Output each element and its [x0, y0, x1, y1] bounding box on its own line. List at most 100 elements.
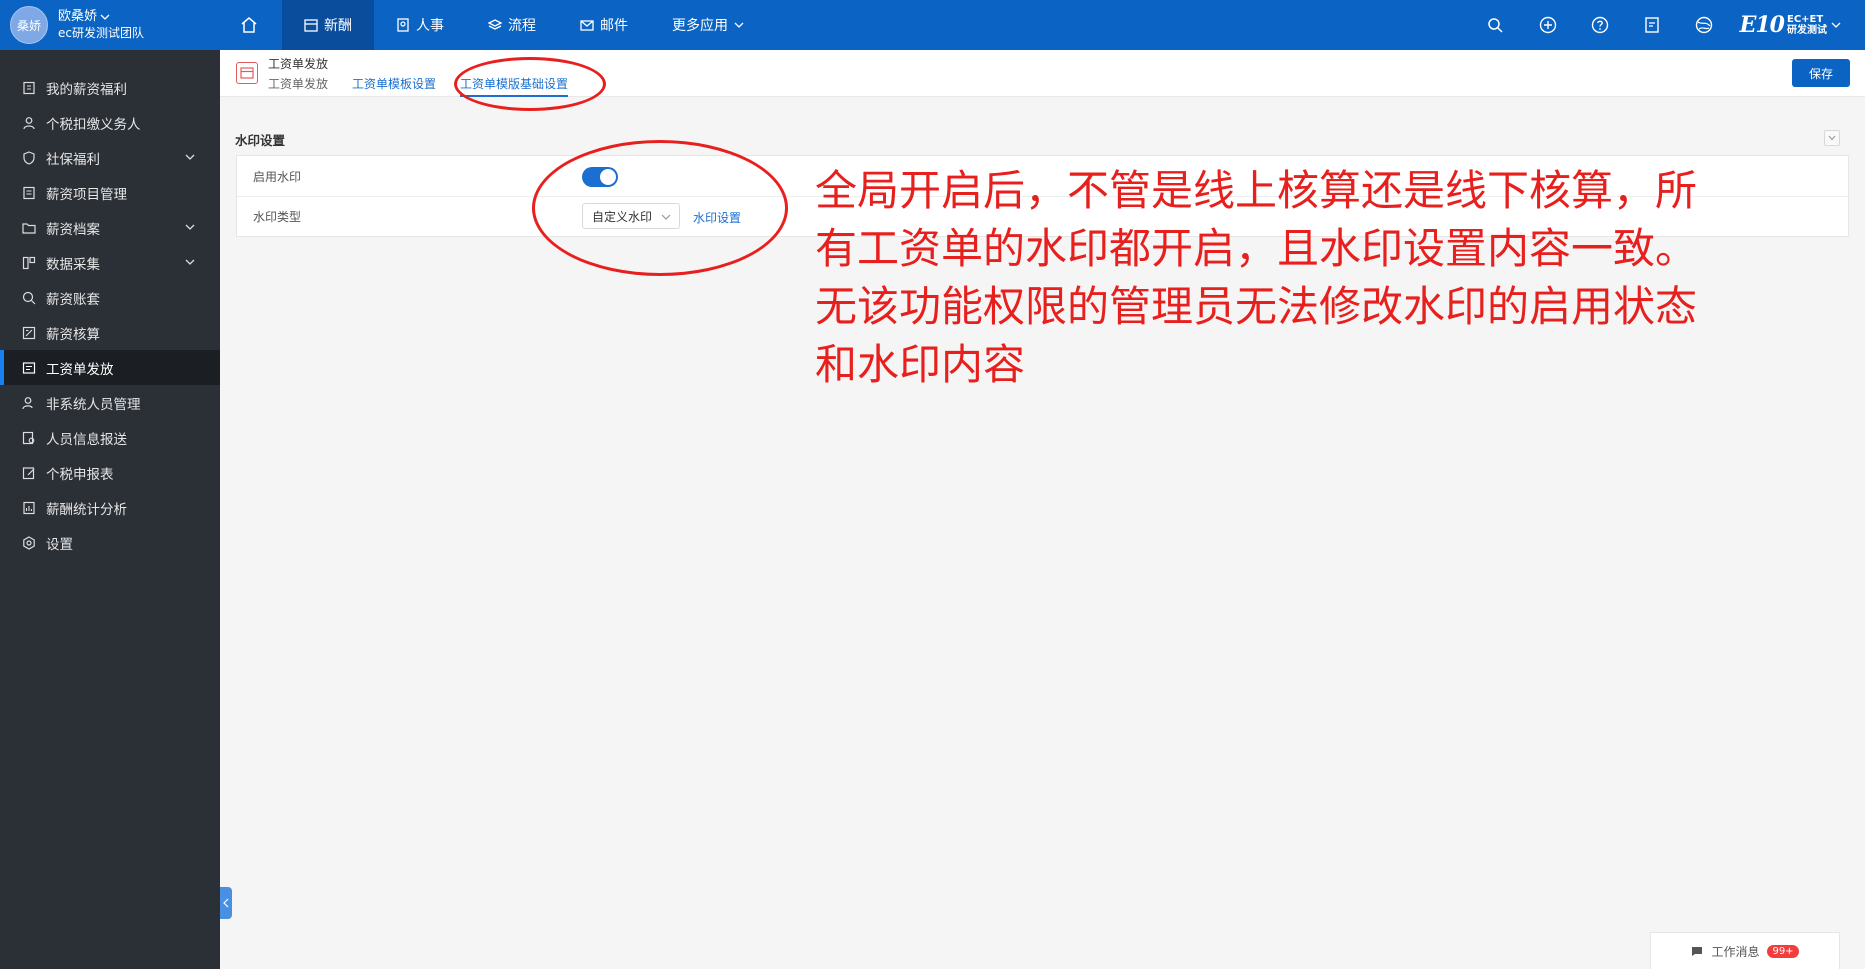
- chevron-down-icon: [1831, 22, 1841, 28]
- nav-home[interactable]: [222, 0, 282, 50]
- sidebar-item-label: 数据采集: [46, 256, 100, 273]
- folder-icon: [22, 222, 36, 234]
- sidebar-item-label: 薪资核算: [46, 326, 100, 343]
- network-button[interactable]: [1678, 0, 1730, 50]
- nav-hr-label: 人事: [416, 18, 444, 34]
- annotation-text: 全局开启后，不管是线上核算还是线下核算，所 有工资单的水印都开启，且水印设置内容…: [815, 162, 1845, 394]
- sidebar-item-label: 社保福利: [46, 151, 100, 168]
- sidebar-item-label: 薪资账套: [46, 291, 100, 308]
- brand-switcher[interactable]: E10 EC+ET 研发测试: [1740, 12, 1841, 38]
- avatar[interactable]: 桑娇: [10, 6, 48, 44]
- section-collapse-button[interactable]: [1824, 130, 1840, 146]
- main-nav: 新酬 人事 流程 邮件 更多应用: [222, 0, 766, 50]
- tasks-button[interactable]: [1626, 0, 1678, 50]
- plus-circle-icon: [1539, 16, 1556, 34]
- clipboard-icon: [1644, 17, 1659, 33]
- grid-icon: [22, 256, 36, 269]
- sidebar-item-tax-agent[interactable]: 个税扣缴义务人: [0, 105, 220, 140]
- sidebar-item-tax-report[interactable]: 个税申报表: [0, 455, 220, 490]
- nav-hr[interactable]: 人事: [374, 0, 466, 50]
- nav-mail-label: 邮件: [600, 18, 628, 34]
- nav-more-apps[interactable]: 更多应用: [650, 0, 766, 50]
- chat-bubble-icon: [1692, 947, 1703, 956]
- sidebar: 我的薪资福利 个税扣缴义务人 社保福利 薪资项目管理 薪资档案 数据采集 薪资账…: [0, 50, 220, 969]
- chevron-down-icon: [185, 259, 195, 265]
- sidebar-item-label: 工资单发放: [46, 361, 114, 378]
- tab-payslip-issue[interactable]: 工资单发放: [268, 75, 328, 97]
- annotation-line: 有工资单的水印都开启，且水印设置内容一致。: [815, 224, 1698, 273]
- sidebar-item-label: 人员信息报送: [46, 431, 127, 448]
- calculator-icon: [22, 326, 36, 339]
- sidebar-item-label: 薪资项目管理: [46, 186, 127, 203]
- globe-icon: [1695, 16, 1712, 34]
- unread-badge: 99+: [1767, 944, 1799, 958]
- user-menu[interactable]: 桑娇 欧桑娇 ec研发测试团队: [10, 6, 144, 44]
- layers-icon: [488, 19, 502, 30]
- shield-icon: [23, 150, 35, 165]
- brand-logo: E10: [1739, 12, 1785, 38]
- user-team: ec研发测试团队: [58, 26, 144, 40]
- sidebar-item-salary-items[interactable]: 薪资项目管理: [0, 175, 220, 210]
- chevron-down-icon: [185, 224, 195, 230]
- enable-watermark-label: 启用水印: [253, 170, 302, 184]
- section-title: 水印设置: [235, 133, 286, 148]
- ledger-icon: [22, 291, 36, 304]
- work-messages-label: 工作消息: [1711, 944, 1760, 959]
- sidebar-item-payslip[interactable]: 工资单发放: [0, 350, 220, 385]
- annotation-circle-tab: [454, 57, 606, 111]
- save-button[interactable]: 保存: [1792, 59, 1850, 87]
- wallet-icon: [23, 81, 35, 94]
- sidebar-collapse-handle[interactable]: [220, 887, 232, 919]
- payslip-module-icon: [236, 62, 258, 84]
- annotation-line: 无该功能权限的管理员无法修改水印的启用状态: [815, 282, 1698, 331]
- add-button[interactable]: [1522, 0, 1574, 50]
- sidebar-item-label: 设置: [46, 536, 73, 553]
- annotation-line: 和水印内容: [815, 340, 1026, 389]
- mail-icon: [580, 20, 594, 31]
- user-edit-icon: [22, 396, 33, 409]
- work-messages-button[interactable]: 工作消息 99+: [1650, 932, 1840, 969]
- sidebar-item-label: 我的薪资福利: [46, 81, 127, 98]
- payslip-icon: [22, 361, 36, 374]
- home-icon: [241, 17, 257, 33]
- chevron-down-icon: [185, 154, 195, 160]
- gear-icon: [23, 535, 35, 550]
- sidebar-item-data-collection[interactable]: 数据采集: [0, 245, 220, 280]
- sidebar-item-label: 个税扣缴义务人: [46, 116, 141, 133]
- chevron-down-icon: [734, 22, 744, 28]
- sidebar-item-social-security[interactable]: 社保福利: [0, 140, 220, 175]
- user-icon: [23, 116, 35, 129]
- user-name: 欧桑娇: [58, 9, 98, 24]
- sidebar-item-salary-set[interactable]: 薪资账套: [0, 280, 220, 315]
- chart-icon: [23, 501, 35, 514]
- sidebar-item-label: 个税申报表: [46, 466, 114, 483]
- help-icon: [1591, 16, 1608, 34]
- report-search-icon: [22, 431, 35, 444]
- tab-payslip-template[interactable]: 工资单模板设置: [352, 75, 436, 97]
- chevron-left-icon: [223, 898, 229, 908]
- nav-salary[interactable]: 新酬: [282, 0, 374, 50]
- nav-workflow[interactable]: 流程: [466, 0, 558, 50]
- nav-mail[interactable]: 邮件: [558, 0, 650, 50]
- nav-salary-label: 新酬: [324, 18, 352, 34]
- list-icon: [23, 186, 35, 199]
- sidebar-item-salary-calc[interactable]: 薪资核算: [0, 315, 220, 350]
- page-title: 工资单发放: [268, 57, 329, 71]
- brand-line1: EC+ET: [1787, 14, 1824, 25]
- sidebar-item-non-system-staff[interactable]: 非系统人员管理: [0, 385, 220, 420]
- sidebar-item-settings[interactable]: 设置: [0, 525, 220, 560]
- chevron-down-icon: [100, 14, 110, 20]
- sidebar-item-label: 薪资档案: [46, 221, 100, 238]
- sidebar-item-staff-report[interactable]: 人员信息报送: [0, 420, 220, 455]
- sidebar-item-salary-archive[interactable]: 薪资档案: [0, 210, 220, 245]
- document-person-icon: [397, 18, 409, 32]
- search-button[interactable]: [1470, 0, 1522, 50]
- chevron-down-icon: [1828, 135, 1836, 141]
- sidebar-item-statistics[interactable]: 薪酬统计分析: [0, 490, 220, 525]
- sidebar-item-label: 薪酬统计分析: [46, 501, 127, 518]
- sidebar-item-my-salary[interactable]: 我的薪资福利: [0, 70, 220, 105]
- top-bar: 桑娇 欧桑娇 ec研发测试团队 新酬 人事 流程 邮件 更多应用 E10 EC+…: [0, 0, 1865, 50]
- help-button[interactable]: [1574, 0, 1626, 50]
- brand-line2: 研发测试: [1787, 25, 1827, 36]
- watermark-type-label: 水印类型: [253, 210, 302, 224]
